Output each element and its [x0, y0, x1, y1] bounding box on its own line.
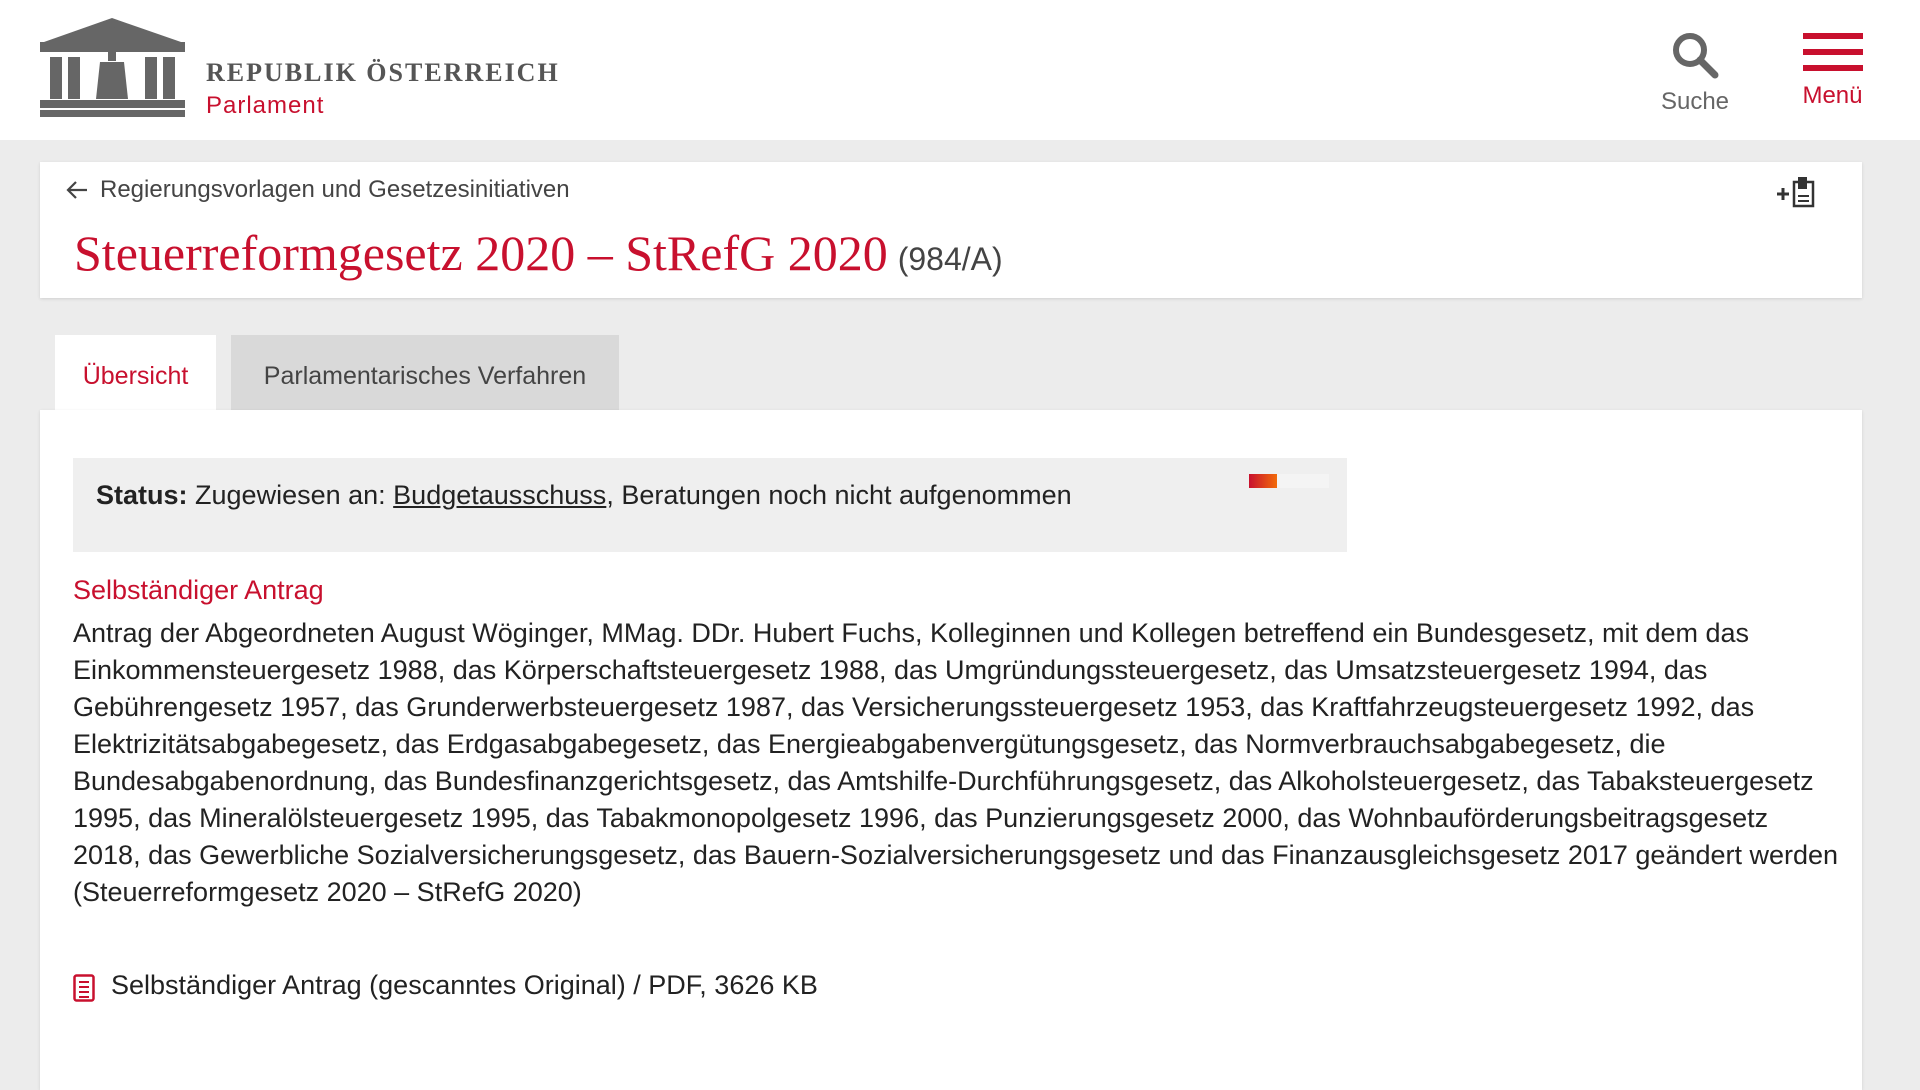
- search-button[interactable]: Suche: [1640, 30, 1750, 116]
- committee-link[interactable]: Budgetausschuss: [393, 480, 606, 510]
- brand-title: REPUBLIK ÖSTERREICH: [206, 58, 560, 87]
- title-card: Regierungsvorlagen und Gesetzesinitiativ…: [40, 162, 1862, 298]
- pdf-document-icon: [73, 974, 95, 1002]
- status-prefix: Zugewiesen an:: [195, 480, 386, 510]
- page-title-number: (984/A): [897, 241, 1003, 277]
- tab-parlamentarisches-verfahren[interactable]: Parlamentarisches Verfahren: [231, 335, 619, 418]
- status-text: Status: Zugewiesen an: Budgetausschuss, …: [96, 480, 1072, 511]
- status-box: Status: Zugewiesen an: Budgetausschuss, …: [73, 458, 1347, 552]
- document-description: Antrag der Abgeordneten August Wöginger,…: [73, 618, 1839, 907]
- tab-uebersicht[interactable]: Übersicht: [55, 335, 216, 418]
- status-progress-bar: [1249, 474, 1329, 488]
- breadcrumb-label: Regierungsvorlagen und Gesetzesinitiativ…: [100, 176, 570, 203]
- page-title: Steuerreformgesetz 2020 – StRefG 2020 (98…: [74, 224, 1003, 282]
- menu-label: Menü: [1802, 82, 1863, 109]
- search-label: Suche: [1660, 88, 1730, 115]
- status-progress-fill: [1249, 474, 1277, 488]
- site-header: REPUBLIK ÖSTERREICH Parlament Suche Menü: [0, 0, 1920, 140]
- add-document-icon[interactable]: [1775, 176, 1817, 208]
- attachment-label: Selbständiger Antrag (gescanntes Origina…: [111, 969, 818, 1000]
- status-label: Status:: [96, 480, 188, 510]
- breadcrumb-back-link[interactable]: Regierungsvorlagen und Gesetzesinitiativ…: [66, 176, 570, 204]
- overview-panel: Status: Zugewiesen an: Budgetausschuss, …: [40, 410, 1862, 1090]
- brand-subtitle: Parlament: [206, 92, 325, 119]
- document-type-label: Selbständiger Antrag: [73, 575, 324, 605]
- page-title-main: Steuerreformgesetz 2020 – StRefG 2020: [74, 225, 888, 281]
- arrow-left-icon: [66, 181, 87, 199]
- status-suffix: , Beratungen noch nicht aufgenommen: [606, 480, 1072, 510]
- menu-button[interactable]: Menü: [1775, 30, 1890, 110]
- parliament-building-logo[interactable]: [40, 12, 185, 117]
- hamburger-menu-icon: [1802, 33, 1863, 71]
- attachment-link[interactable]: Selbständiger Antrag (gescanntes Origina…: [73, 968, 818, 1002]
- search-icon: [1673, 33, 1719, 79]
